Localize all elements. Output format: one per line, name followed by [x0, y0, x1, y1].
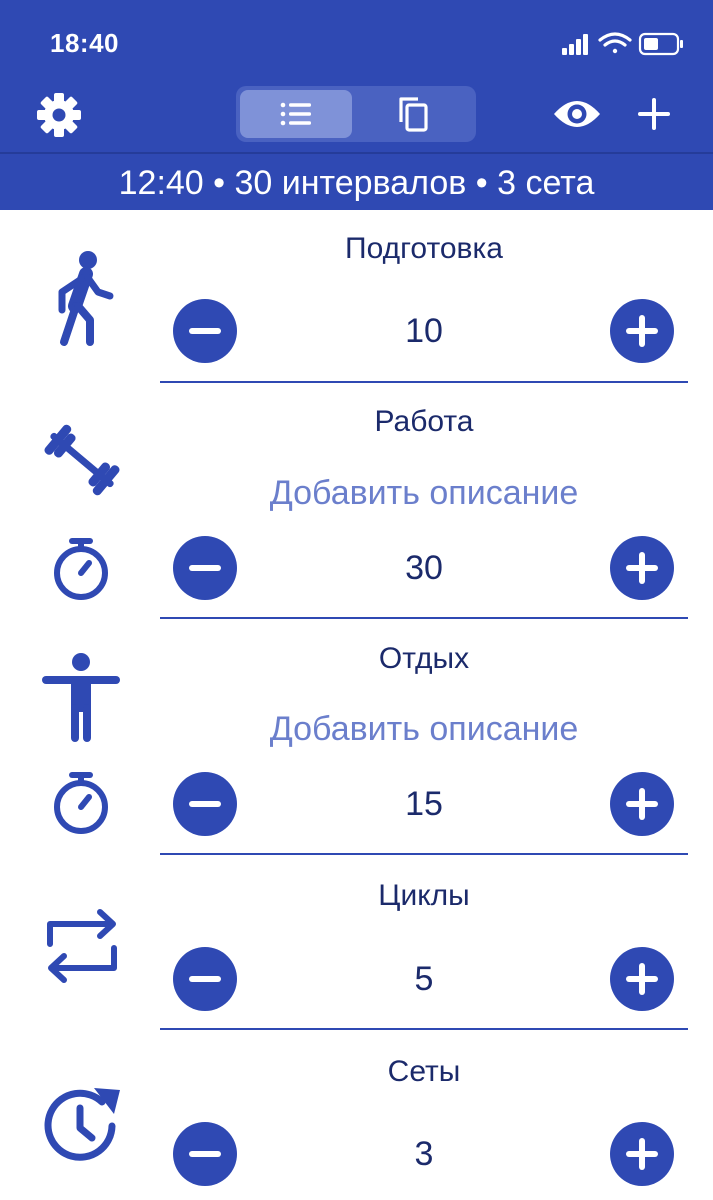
prep-increment-button[interactable]	[610, 299, 674, 363]
workout-summary: 12:40 • 30 интервалов • 3 сета	[0, 152, 713, 210]
sets-increment-button[interactable]	[610, 1122, 674, 1186]
settings-gear-icon[interactable]	[36, 92, 82, 138]
section-title-cycles: Циклы	[378, 879, 470, 912]
minus-icon	[189, 328, 221, 334]
copy-view-button[interactable]	[358, 90, 470, 138]
dumbbell-icon	[44, 424, 120, 496]
rest-decrement-button[interactable]	[173, 772, 237, 836]
cycles-decrement-button[interactable]	[173, 947, 237, 1011]
divider	[160, 1028, 688, 1030]
sets-value: 3	[414, 1135, 434, 1173]
work-increment-button[interactable]	[610, 536, 674, 600]
list-view-button[interactable]	[240, 90, 352, 138]
status-indicators	[562, 32, 683, 56]
repeat-icon	[47, 909, 117, 983]
divider	[160, 381, 688, 383]
minus-icon	[189, 801, 221, 807]
clock-rotate-icon	[44, 1088, 120, 1161]
section-title-sets: Сеты	[387, 1055, 461, 1088]
section-title-prep: Подготовка	[345, 232, 503, 265]
sets-decrement-button[interactable]	[173, 1122, 237, 1186]
eye-icon[interactable]	[552, 96, 602, 132]
section-title-work: Работа	[374, 405, 474, 438]
walking-person-icon	[58, 251, 114, 346]
top-bar: 18:40	[0, 0, 713, 152]
add-plus-icon[interactable]	[634, 92, 674, 136]
prep-decrement-button[interactable]	[173, 299, 237, 363]
rest-description-input[interactable]: Добавить описание	[160, 710, 688, 749]
stopwatch-icon	[54, 538, 108, 600]
cycles-value: 5	[414, 960, 434, 998]
stopwatch-icon	[54, 772, 108, 834]
minus-icon	[189, 1151, 221, 1157]
divider	[160, 617, 688, 619]
minus-icon	[189, 976, 221, 982]
work-decrement-button[interactable]	[173, 536, 237, 600]
rest-increment-button[interactable]	[610, 772, 674, 836]
section-title-rest: Отдых	[378, 642, 470, 675]
minus-icon	[189, 565, 221, 571]
copy-icon	[399, 97, 428, 132]
prep-value: 10	[405, 312, 443, 350]
battery-icon	[638, 32, 683, 56]
person-standing-icon	[42, 653, 120, 742]
wifi-icon	[598, 32, 632, 54]
rest-value: 15	[405, 785, 443, 823]
divider	[160, 853, 688, 855]
signal-icon	[562, 34, 588, 55]
work-value: 30	[405, 549, 443, 587]
list-icon	[280, 102, 311, 126]
view-mode-segmented-control	[236, 86, 476, 142]
cycles-increment-button[interactable]	[610, 947, 674, 1011]
status-time: 18:40	[50, 28, 119, 58]
work-description-input[interactable]: Добавить описание	[160, 474, 688, 513]
